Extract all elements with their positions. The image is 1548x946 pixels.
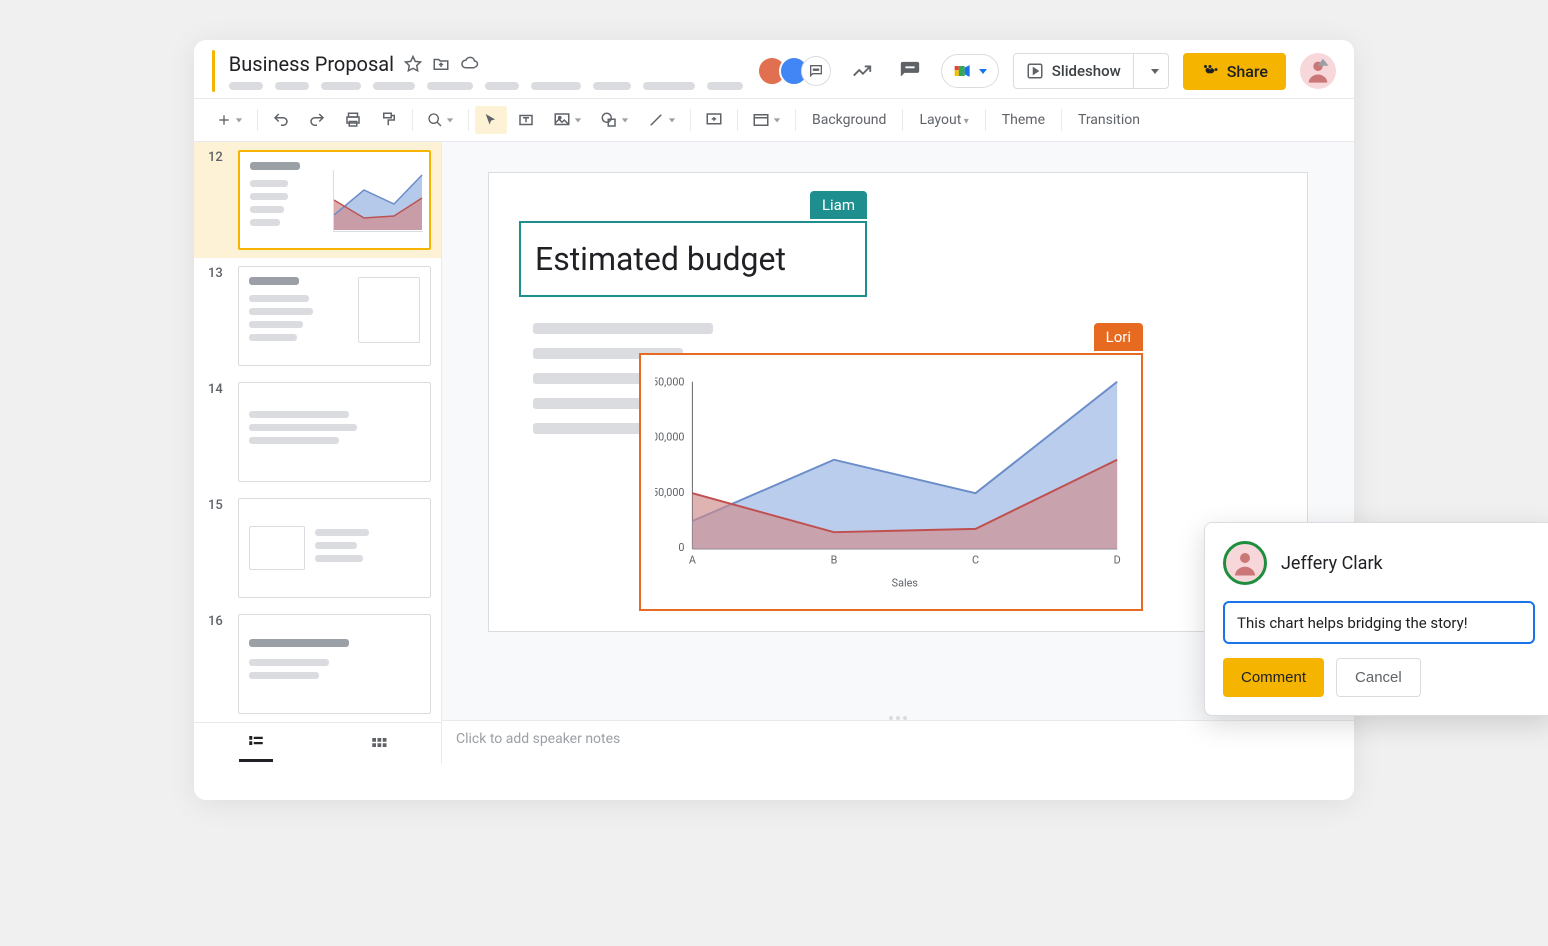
slide-canvas[interactable]: Liam Estimated budget Lori bbox=[488, 172, 1308, 632]
comment-tool[interactable] bbox=[697, 105, 731, 135]
slide-thumbnail[interactable]: 13 bbox=[194, 258, 441, 374]
svg-text:A: A bbox=[689, 554, 696, 567]
collaborator-tag-lori: Lori bbox=[1094, 323, 1143, 351]
svg-text:150,000: 150,000 bbox=[655, 376, 685, 389]
slide-number: 16 bbox=[208, 614, 228, 714]
comment-popup: Jeffery Clark Comment Cancel bbox=[1204, 522, 1548, 716]
shape-tool[interactable] bbox=[592, 105, 637, 135]
svg-text:Sales: Sales bbox=[892, 576, 919, 589]
collaborator-chat-icon bbox=[801, 56, 831, 86]
star-icon[interactable] bbox=[404, 55, 422, 73]
textbox-tool[interactable] bbox=[509, 105, 543, 135]
new-slide-button[interactable] bbox=[208, 106, 251, 134]
redo-button[interactable] bbox=[300, 105, 334, 135]
slideshow-button[interactable]: Slideshow bbox=[1013, 53, 1169, 89]
collaborator-avatars[interactable] bbox=[757, 56, 831, 86]
svg-text:50,000: 50,000 bbox=[655, 486, 685, 499]
notes-resize-handle[interactable] bbox=[878, 716, 918, 720]
activity-trend-icon[interactable] bbox=[845, 54, 879, 88]
theme-menu[interactable]: Theme bbox=[992, 106, 1055, 134]
image-tool[interactable] bbox=[545, 105, 590, 135]
slide-number: 13 bbox=[208, 266, 228, 366]
svg-text:B: B bbox=[831, 554, 838, 567]
print-button[interactable] bbox=[336, 105, 370, 135]
slide-thumbnail[interactable]: 15 bbox=[194, 490, 441, 606]
slides-app-icon[interactable] bbox=[212, 50, 215, 92]
comment-submit-button[interactable]: Comment bbox=[1223, 658, 1324, 697]
chart-svg: 150,000 100,000 50,000 0 bbox=[655, 365, 1127, 605]
collapse-toolbar-icon[interactable] bbox=[1308, 50, 1338, 76]
header-bar: Business Proposal bbox=[194, 40, 1354, 98]
filmstrip-view-icon[interactable] bbox=[239, 725, 273, 762]
slideshow-dropdown-icon[interactable] bbox=[1142, 58, 1168, 84]
slide-layout-tool[interactable] bbox=[744, 105, 789, 135]
filmstrip-panel: 12 bbox=[194, 142, 442, 764]
share-button[interactable]: Share bbox=[1183, 53, 1286, 90]
line-tool[interactable] bbox=[639, 105, 684, 135]
toolbar: Background Layout Theme Transition bbox=[194, 98, 1354, 142]
svg-text:D: D bbox=[1114, 554, 1121, 567]
menu-bar[interactable] bbox=[229, 82, 743, 90]
comment-cancel-button[interactable]: Cancel bbox=[1336, 658, 1421, 697]
slide-number: 14 bbox=[208, 382, 228, 482]
speaker-notes-placeholder: Click to add speaker notes bbox=[456, 731, 620, 747]
layout-menu[interactable]: Layout bbox=[909, 106, 978, 134]
slide-number: 15 bbox=[208, 498, 228, 598]
svg-text:C: C bbox=[972, 554, 979, 567]
chart-object[interactable]: Lori 150,000 100,000 50,000 0 bbox=[639, 353, 1143, 611]
slideshow-label: Slideshow bbox=[1052, 62, 1121, 80]
cloud-status-icon[interactable] bbox=[460, 55, 480, 73]
svg-text:0: 0 bbox=[678, 541, 684, 554]
comment-author-name: Jeffery Clark bbox=[1281, 553, 1383, 574]
slide-thumbnail[interactable]: 16 bbox=[194, 606, 441, 722]
document-title[interactable]: Business Proposal bbox=[229, 52, 394, 76]
slide-number: 12 bbox=[208, 150, 228, 250]
share-label: Share bbox=[1227, 62, 1268, 81]
paint-format-button[interactable] bbox=[372, 105, 406, 135]
move-folder-icon[interactable] bbox=[432, 55, 450, 73]
undo-button[interactable] bbox=[264, 105, 298, 135]
slide-thumbnail[interactable]: 14 bbox=[194, 374, 441, 490]
grid-view-icon[interactable] bbox=[362, 727, 396, 761]
transition-menu[interactable]: Transition bbox=[1068, 106, 1150, 134]
speaker-notes-area[interactable]: Click to add speaker notes bbox=[442, 720, 1354, 764]
title-text-box[interactable]: Liam Estimated budget bbox=[519, 221, 867, 297]
comment-author-avatar bbox=[1223, 541, 1267, 585]
slide-editor: Liam Estimated budget Lori bbox=[442, 142, 1354, 764]
open-comments-icon[interactable] bbox=[893, 54, 927, 88]
comment-input[interactable] bbox=[1237, 614, 1521, 632]
meet-button[interactable] bbox=[941, 54, 999, 88]
select-tool[interactable] bbox=[475, 106, 507, 134]
svg-text:100,000: 100,000 bbox=[655, 431, 685, 444]
zoom-button[interactable] bbox=[419, 106, 462, 134]
slide-title-text: Estimated budget bbox=[535, 240, 786, 278]
background-menu[interactable]: Background bbox=[802, 106, 896, 134]
slide-thumbnail[interactable]: 12 bbox=[194, 142, 441, 258]
collaborator-tag-liam: Liam bbox=[810, 191, 867, 219]
